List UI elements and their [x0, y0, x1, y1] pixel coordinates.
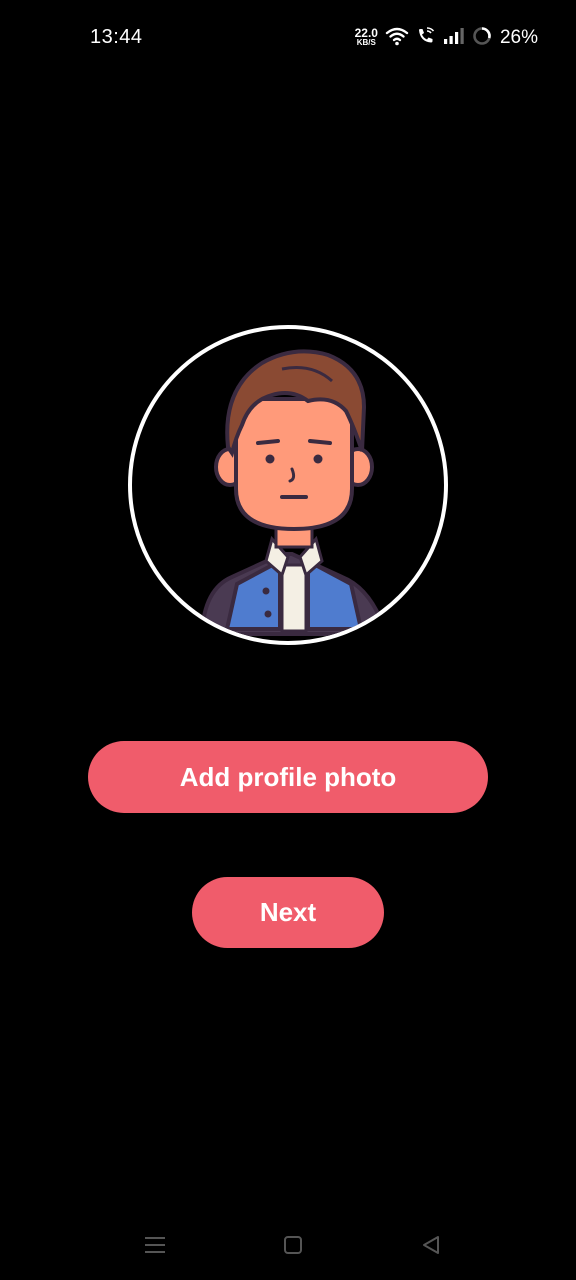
network-speed: 22.0 KB/S — [354, 26, 378, 47]
network-speed-unit: KB/S — [356, 38, 376, 47]
status-time: 13:44 — [90, 26, 143, 48]
cartoon-boy-avatar-icon — [199, 349, 389, 636]
navigation-bar — [0, 1220, 576, 1270]
home-square-icon[interactable] — [278, 1232, 308, 1258]
back-triangle-icon[interactable] — [416, 1232, 446, 1258]
profile-avatar[interactable] — [128, 325, 448, 645]
wifi-call-icon — [416, 26, 436, 51]
wifi-icon — [385, 26, 409, 51]
add-profile-photo-button[interactable]: Add profile photo — [88, 741, 488, 813]
next-button[interactable]: Next — [192, 877, 384, 948]
status-bar: 13:44 22.0 KB/S 26% — [0, 0, 576, 78]
signal-icon — [443, 27, 465, 50]
battery-percent: 26% — [499, 27, 538, 48]
network-speed-value: 22.0 — [354, 26, 378, 40]
menu-icon[interactable] — [140, 1232, 170, 1258]
status-icons: 22.0 KB/S 26% — [355, 25, 538, 51]
battery-ring-icon — [472, 26, 492, 51]
